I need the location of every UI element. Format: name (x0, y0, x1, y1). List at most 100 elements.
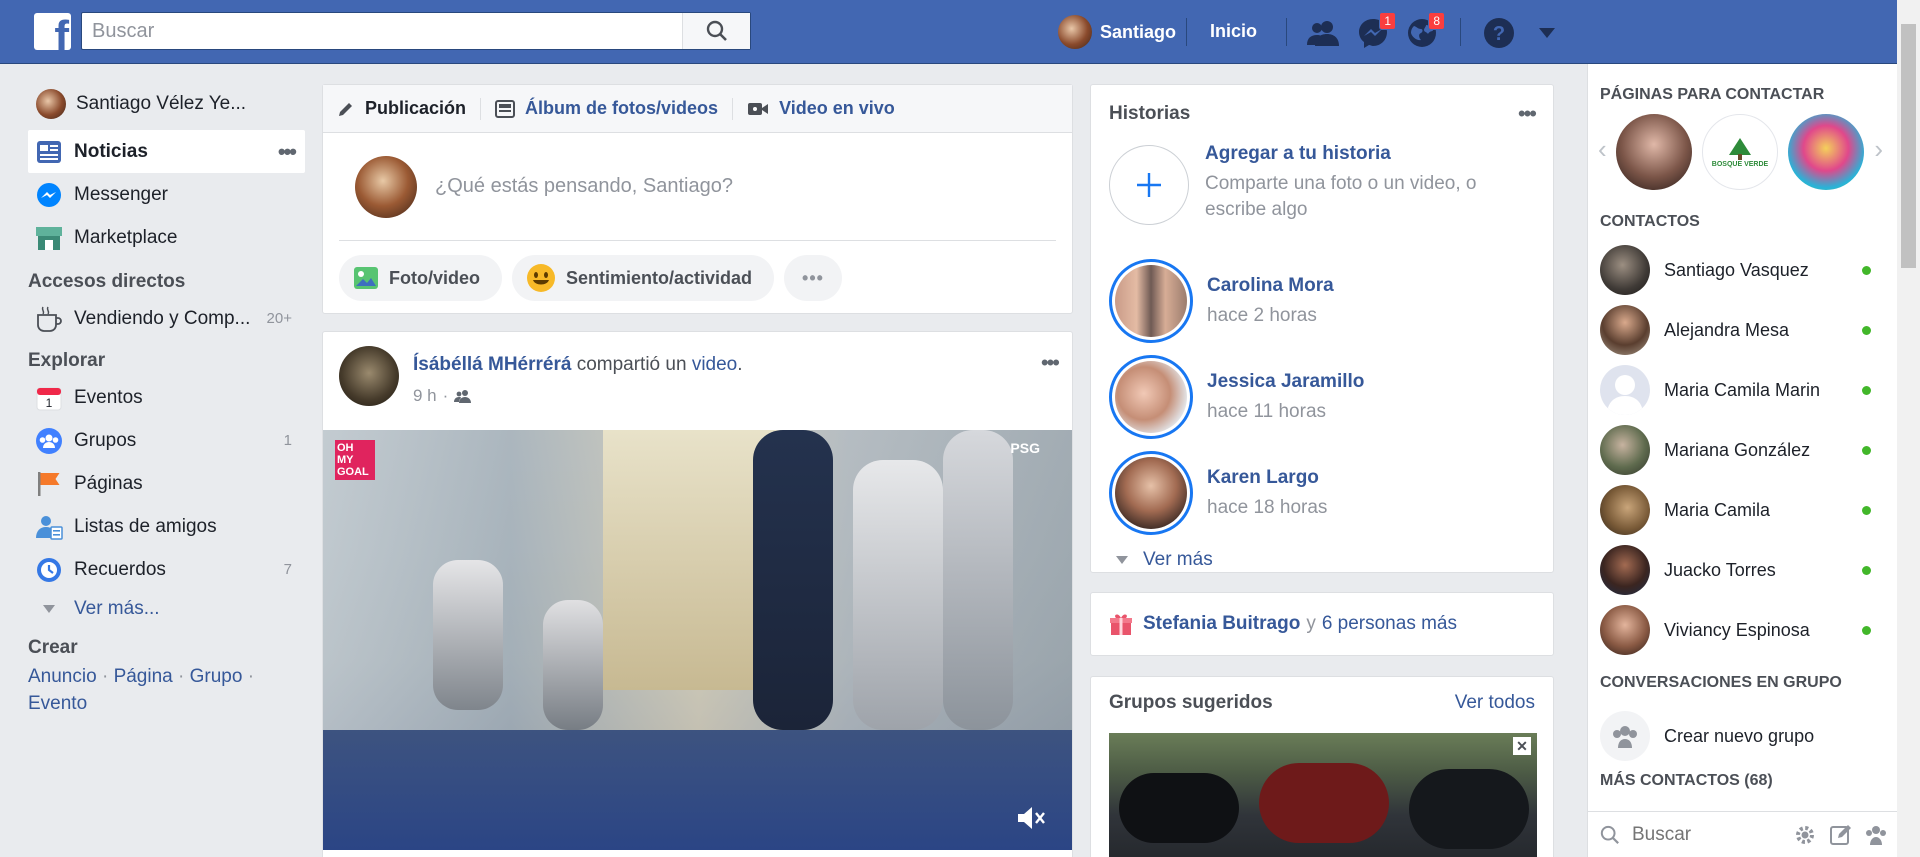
divider (1186, 18, 1187, 46)
nav-item-groups[interactable]: Grupos 1 (28, 419, 308, 462)
create-event-link[interactable]: Evento (28, 693, 87, 714)
video-person-light (853, 460, 943, 730)
coffee-cup-icon (34, 304, 64, 334)
post-author-name[interactable]: Ísábéllá MHérrérá (413, 354, 571, 375)
video-person-seated (433, 560, 503, 710)
nav-item-news-feed[interactable]: Noticias ••• (28, 130, 305, 173)
photo-video-button[interactable]: Foto/video (339, 255, 502, 301)
explore-heading: Explorar (28, 350, 106, 371)
post-author-avatar[interactable] (339, 346, 399, 406)
profile-link[interactable]: Santiago (1058, 15, 1176, 49)
page-avatar[interactable]: BOSQUE VERDE (1702, 114, 1778, 190)
more-options-button[interactable]: ••• (784, 255, 842, 301)
messenger-icon[interactable]: 1 (1356, 12, 1396, 50)
post-video-link[interactable]: video (692, 354, 737, 375)
online-status-icon (1862, 385, 1871, 395)
user-avatar (1058, 15, 1092, 49)
contact-item[interactable]: Mariana González (1588, 420, 1897, 480)
post-timestamp[interactable]: 9 h (413, 386, 437, 406)
create-group-icon (1600, 711, 1650, 761)
divider (1286, 18, 1287, 46)
friends-audience-icon (454, 390, 472, 403)
nav-item-memories[interactable]: Recuerdos 7 (28, 548, 308, 591)
page-avatar[interactable] (1788, 114, 1864, 190)
post-composer: Publicación Álbum de fotos/videos Video … (322, 84, 1073, 314)
contact-avatar (1600, 245, 1650, 295)
facebook-logo-icon[interactable]: f (34, 13, 71, 50)
nav-item-friend-lists[interactable]: Listas de amigos (28, 505, 308, 548)
composer-input[interactable]: ¿Qué estás pensando, Santiago? (435, 175, 733, 198)
story-item[interactable]: Carolina Mora hace 2 horas (1091, 253, 1553, 349)
story-item[interactable]: Jessica Jaramillo hace 11 horas (1091, 349, 1553, 445)
birthday-card[interactable]: Stefania Buitrago y 6 personas más (1090, 592, 1554, 656)
story-ring (1109, 451, 1193, 535)
contact-item[interactable]: Juacko Torres (1588, 540, 1897, 600)
story-avatar (1115, 361, 1187, 433)
nav-item-label: Noticias (74, 140, 148, 162)
create-ad-link[interactable]: Anuncio (28, 666, 97, 687)
account-menu-chevron-down-icon[interactable] (1530, 16, 1564, 50)
contact-name: Santiago Vasquez (1664, 259, 1809, 280)
story-item[interactable]: Karen Largo hace 18 horas (1091, 445, 1553, 541)
more-options-icon[interactable]: ••• (278, 139, 297, 165)
tab-live-video[interactable]: Video en vivo (733, 98, 909, 119)
friend-requests-icon[interactable] (1306, 16, 1340, 50)
stories-options-icon[interactable]: ••• (1518, 101, 1537, 127)
profile-shortcut[interactable]: Santiago Vélez Ye... (28, 86, 308, 122)
tab-publication[interactable]: Publicación (337, 98, 480, 119)
post-options-icon[interactable]: ••• (1041, 350, 1060, 376)
video-player[interactable]: OH MY GOAL PSG (323, 430, 1072, 850)
gear-icon[interactable] (1794, 824, 1816, 846)
photo-album-icon (495, 99, 516, 118)
compose-message-icon[interactable] (1830, 824, 1852, 846)
new-group-icon[interactable] (1864, 824, 1888, 846)
contact-item[interactable]: Alejandra Mesa (1588, 300, 1897, 360)
chevron-down-icon (1116, 556, 1128, 564)
help-icon[interactable]: ? (1482, 16, 1516, 50)
tab-photo-album[interactable]: Álbum de fotos/videos (481, 98, 732, 119)
contact-item[interactable]: Maria Camila Marin (1588, 360, 1897, 420)
chat-search-input[interactable] (1632, 823, 1782, 846)
memories-clock-icon (34, 555, 64, 585)
groups-see-all-link[interactable]: Ver todos (1455, 692, 1535, 714)
birthday-name-link[interactable]: Stefania Buitrago (1143, 613, 1300, 635)
contact-item[interactable]: Maria Camila (1588, 480, 1897, 540)
carousel-prev-icon[interactable]: ‹ (1598, 134, 1607, 165)
carousel-next-icon[interactable]: › (1874, 134, 1883, 165)
online-status-icon (1862, 565, 1871, 575)
nav-item-marketplace[interactable]: Marketplace (28, 216, 308, 259)
search-box (81, 12, 751, 50)
stories-see-more[interactable]: Ver más (1091, 541, 1553, 579)
left-navigation: Santiago Vélez Ye... Noticias ••• Messen… (28, 86, 308, 717)
search-button[interactable] (682, 13, 750, 49)
online-status-icon (1862, 445, 1871, 455)
tab-label: Video en vivo (779, 98, 895, 118)
create-page-link[interactable]: Página (114, 666, 173, 687)
page-scrollbar-thumb[interactable] (1901, 24, 1916, 268)
home-link[interactable]: Inicio (1210, 21, 1257, 42)
contact-item[interactable]: Santiago Vasquez (1588, 240, 1897, 300)
composer-body: ¿Qué estás pensando, Santiago? (339, 133, 1056, 241)
group-cover-image[interactable]: ✕ (1109, 733, 1537, 857)
create-group-link[interactable]: Grupo (190, 666, 243, 687)
nav-item-messenger[interactable]: Messenger (28, 173, 308, 216)
nav-item-pages[interactable]: Páginas (28, 462, 308, 505)
page-avatar[interactable] (1616, 114, 1692, 190)
contact-item[interactable]: Viviancy Espinosa (1588, 600, 1897, 660)
add-story[interactable]: Agregar a tu historia Comparte una foto … (1091, 143, 1553, 253)
create-group-button[interactable]: Crear nuevo grupo (1588, 706, 1897, 766)
birthday-others-link[interactable]: 6 personas más (1322, 613, 1457, 635)
gift-icon (1110, 614, 1132, 635)
muted-speaker-icon[interactable] (1016, 804, 1048, 832)
pages-carousel: ‹ BOSQUE VERDE › (1588, 106, 1897, 204)
notifications-globe-icon[interactable]: 8 (1405, 12, 1445, 50)
nav-item-shortcut-group[interactable]: Vendiendo y Comp... 20+ (28, 297, 308, 340)
feeling-activity-button[interactable]: Sentimiento/actividad (512, 255, 775, 301)
search-input[interactable] (82, 13, 682, 49)
see-more-link[interactable]: Ver más... (28, 591, 308, 627)
story-name: Karen Largo (1207, 467, 1319, 488)
messenger-icon (34, 180, 64, 210)
close-icon[interactable]: ✕ (1513, 737, 1531, 755)
nav-item-events[interactable]: 1 Eventos (28, 376, 308, 419)
search-icon (1600, 825, 1619, 844)
